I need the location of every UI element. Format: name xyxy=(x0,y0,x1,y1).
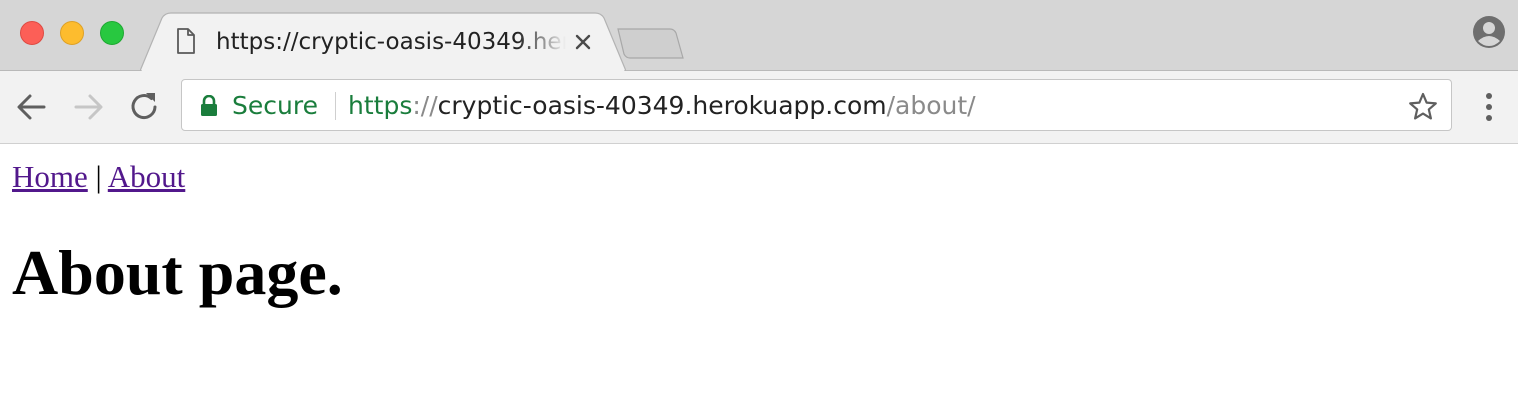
page-icon xyxy=(177,28,195,54)
page-heading: About page. xyxy=(12,237,343,308)
url-separator: :// xyxy=(412,91,438,120)
url-host: cryptic-oasis-40349.herokuapp.com xyxy=(437,91,887,120)
close-icon[interactable] xyxy=(572,31,594,53)
nav-separator: | xyxy=(95,159,102,194)
omnibox-divider xyxy=(335,92,336,120)
title-bar: https://cryptic-oasis-40349.herokuapp.co… xyxy=(0,0,1518,71)
secure-label: Secure xyxy=(232,91,318,120)
page-content: Home | About About page. xyxy=(0,144,1518,416)
forward-arrow-icon[interactable] xyxy=(70,89,106,125)
new-tab-button[interactable] xyxy=(612,26,684,62)
reload-icon[interactable] xyxy=(126,89,162,125)
about-link[interactable]: About xyxy=(108,159,186,194)
tab-title: https://cryptic-oasis-40349.herokuapp.co… xyxy=(216,29,566,55)
url-path: /about/ xyxy=(886,91,976,120)
browser-toolbar: Secure https://cryptic-oasis-40349.herok… xyxy=(0,71,1518,144)
url-scheme: https xyxy=(348,91,413,120)
home-link[interactable]: Home xyxy=(12,159,88,194)
zoom-window-button[interactable] xyxy=(100,21,124,45)
star-icon[interactable] xyxy=(1408,92,1438,120)
site-nav: Home | About xyxy=(12,158,185,196)
kebab-menu-icon[interactable] xyxy=(1476,90,1502,124)
active-tab[interactable]: https://cryptic-oasis-40349.herokuapp.co… xyxy=(140,12,626,71)
close-window-button[interactable] xyxy=(20,21,44,45)
minimize-window-button[interactable] xyxy=(60,21,84,45)
back-arrow-icon[interactable] xyxy=(14,89,50,125)
address-bar[interactable]: Secure https://cryptic-oasis-40349.herok… xyxy=(181,79,1452,131)
lock-icon xyxy=(201,95,217,116)
url-text[interactable]: https://cryptic-oasis-40349.herokuapp.co… xyxy=(348,90,976,122)
profile-icon[interactable] xyxy=(1472,15,1506,49)
